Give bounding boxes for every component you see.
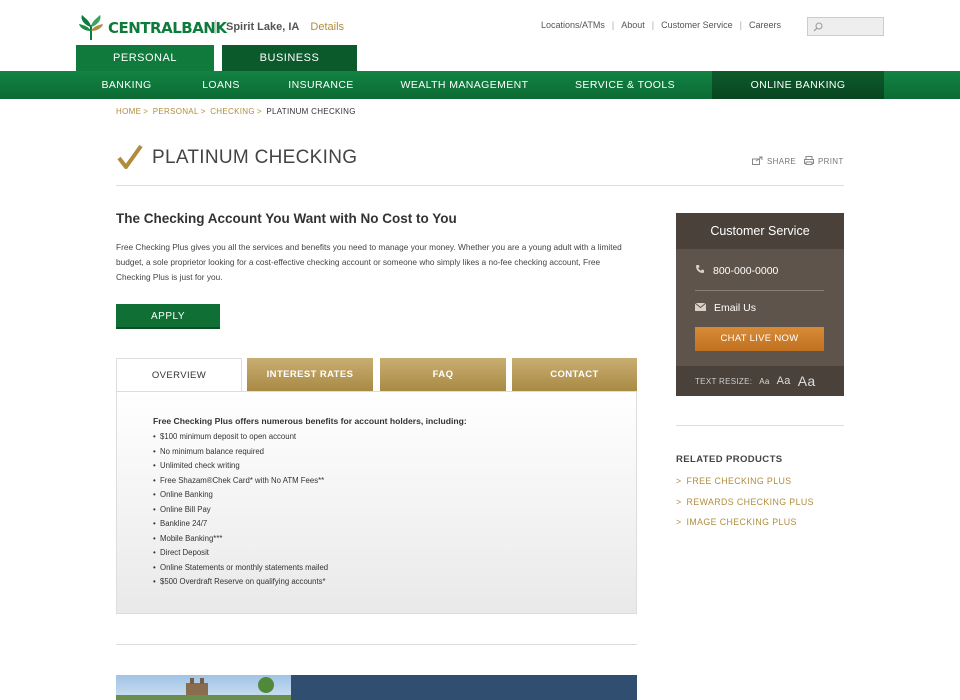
list-item: • No minimum balance required [153,446,265,456]
bank-logo[interactable]: CENTRALBANK [76,13,227,43]
divider [695,290,824,291]
related-item-free-checking-plus[interactable]: > FREE CHECKING PLUS [676,476,814,497]
product-tabs: OVERVIEW INTEREST RATES FAQ CONTACT [116,358,637,392]
utility-nav: Locations/ATMs | About | Customer Servic… [534,20,788,30]
location: Spirit Lake, IA Details [215,20,344,34]
print-icon [804,156,814,167]
breadcrumb-home[interactable]: HOME [116,107,141,116]
text-resize: TEXT RESIZE: Aa Aa Aa [676,366,844,396]
list-item: • $100 minimum deposit to open account [153,432,297,441]
list-item: • Free Shazam®Chek Card* with No ATM Fees… [153,475,325,485]
promo-banner-image[interactable] [116,675,291,700]
intro-text: Free Checking Plus gives you all the ser… [116,242,622,282]
util-link-locations[interactable]: Locations/ATMs [534,20,612,30]
segment-business[interactable]: BUSINESS [222,45,357,71]
checkmark-icon [117,144,143,175]
search-input[interactable] [807,17,884,36]
tab-contact[interactable]: CONTACT [512,358,637,391]
breadcrumb: HOME > PERSONAL > CHECKING > PLATINUM CHECK… [116,107,356,116]
list-item: • Mobile Banking*** [153,533,223,543]
tab-interest-rates[interactable]: INTEREST RATES [247,358,373,391]
list-item: • Online Bill Pay [153,504,211,514]
overview-panel: Free Checking Plus offers numerous benef… [116,391,637,614]
divider [116,644,637,645]
overview-lead: Free Checking Plus offers numerous benef… [153,416,467,426]
apply-button[interactable]: APPLY [116,304,220,329]
list-item: • Online Statements or monthly statements… [153,562,329,572]
text-size-medium[interactable]: Aa [777,375,791,387]
nav-insurance[interactable]: INSURANCE [278,71,364,99]
util-link-careers[interactable]: Careers [742,20,788,30]
segment-personal[interactable]: PERSONAL [76,45,214,71]
brand-name: CENTRALBANK [108,19,227,37]
location-name: Spirit Lake, IA [226,21,300,33]
text-size-small[interactable]: Aa [759,377,769,386]
chat-live-button[interactable]: CHAT LIVE NOW [695,327,824,351]
nav-wealth-management[interactable]: WEALTH MANAGEMENT [393,71,536,99]
list-item: • Bankline 24/7 [153,519,208,528]
email-link[interactable]: Email Us [694,302,756,314]
customer-service-box: Customer Service 800-000-0000 Email Us C… [676,213,844,396]
page-title: PLATINUM CHECKING [152,147,358,168]
location-details-link[interactable]: Details [310,21,344,33]
breadcrumb-personal[interactable]: PERSONAL [153,107,199,116]
text-size-large[interactable]: Aa [798,373,816,389]
list-item: • Online Banking [153,490,213,499]
mail-icon [694,302,714,314]
share-label: SHARE [767,157,797,166]
util-link-customer-service[interactable]: Customer Service [654,20,740,30]
share-icon [752,156,763,167]
tab-overview[interactable]: OVERVIEW [116,358,242,392]
benefits-list: • $100 minimum deposit to open account • N… [153,430,328,590]
nav-online-banking[interactable]: ONLINE BANKING [712,71,884,99]
util-link-about[interactable]: About [614,20,652,30]
breadcrumb-checking[interactable]: CHECKING [210,107,255,116]
text-resize-label: TEXT RESIZE: [695,376,753,386]
breadcrumb-current: PLATINUM CHECKING [266,107,356,116]
related-item-image-checking-plus[interactable]: > IMAGE CHECKING PLUS [676,517,814,538]
promo-banner[interactable] [291,675,637,700]
print-button[interactable]: PRINT [804,156,844,167]
phone-link[interactable]: 800-000-0000 [695,264,778,277]
divider [116,185,844,186]
list-item: • Unlimited check writing [153,461,240,470]
related-products-heading: RELATED PRODUCTS [676,454,783,465]
main-nav: BANKING LOANS INSURANCE WEALTH MANAGEMEN… [0,71,960,99]
customer-service-title: Customer Service [676,213,844,249]
tab-faq[interactable]: FAQ [380,358,506,391]
list-item: • Direct Deposit [153,548,209,557]
section-heading: The Checking Account You Want with No Co… [116,211,457,226]
chevron-right-icon: > [676,517,682,527]
share-button[interactable]: SHARE [752,156,796,167]
nav-loans[interactable]: LOANS [183,71,259,99]
divider [676,425,844,426]
related-item-rewards-checking-plus[interactable]: > REWARDS CHECKING PLUS [676,497,814,518]
print-label: PRINT [818,157,844,166]
chevron-right-icon: > [676,496,682,507]
chevron-right-icon: > [676,476,682,486]
list-item: • $500 Overdraft Reserve on qualifying ac… [153,577,326,586]
phone-icon [695,264,713,277]
related-products-list: > FREE CHECKING PLUS > REWARDS CHECKING PL… [676,476,814,538]
nav-service-tools[interactable]: SERVICE & TOOLS [566,71,684,99]
logo-leaf-icon [76,13,106,43]
